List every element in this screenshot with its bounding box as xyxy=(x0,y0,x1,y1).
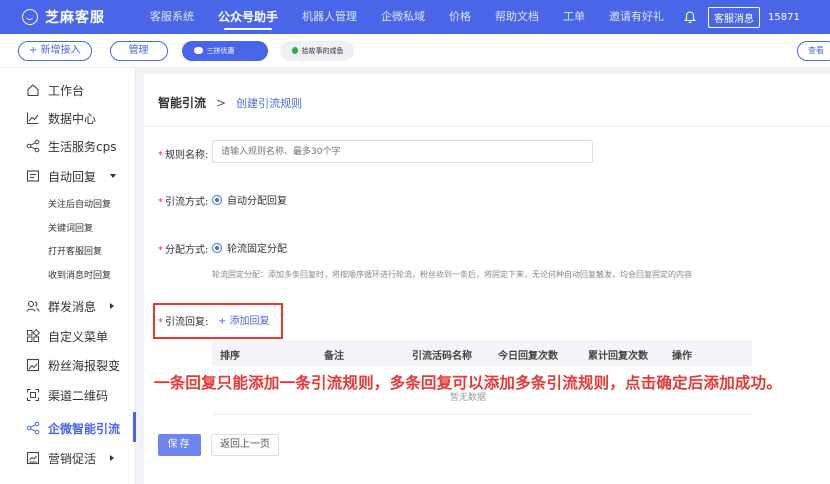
nav-kefu-system[interactable]: 客服系统 xyxy=(150,0,194,34)
sidebar-subitem-message-reply[interactable]: 收到消息时回复 xyxy=(48,269,111,283)
nav-wecom-private[interactable]: 企微私域 xyxy=(381,0,425,34)
breadcrumb-current: 创建引流规则 xyxy=(236,97,303,110)
table-header: 排序 备注 引流活码名称 今日回复次数 累计回复次数 操作 xyxy=(212,340,752,366)
account-bar: + 新增接入 管理 三拼优惠 拾故事的咸鱼 查看 xyxy=(0,34,830,68)
breadcrumb-parent[interactable]: 智能引流 xyxy=(158,96,206,110)
nav-tickets[interactable]: 工单 xyxy=(563,0,585,34)
sidebar-item-custom-menu[interactable]: 自定义菜单 xyxy=(26,326,108,346)
home-icon xyxy=(26,83,40,97)
annotation-text: 一条回复只能添加一条引流规则，多条回复可以添加多条引流规则，点击确定后添加成功。 xyxy=(154,374,783,392)
account-chip[interactable]: 拾故事的咸鱼 xyxy=(279,40,354,61)
column-header: 排序 xyxy=(220,351,240,362)
sidebar-subitem-open-kefu-reply[interactable]: 打开客服回复 xyxy=(48,245,102,259)
bell-icon[interactable] xyxy=(684,10,697,24)
sidebar-subitem-follow-reply[interactable]: 关注后自动回复 xyxy=(48,198,111,212)
main-content: 智能引流>创建引流规则 *规则名称: *引流方式: 自动分配回复 *分配方式: … xyxy=(144,74,830,484)
view-button[interactable]: 查看 xyxy=(797,41,830,61)
scan-icon xyxy=(26,388,40,402)
sidebar-item-dashboard[interactable]: 工作台 xyxy=(26,80,84,100)
radio-checked-icon xyxy=(212,194,222,205)
chevron-down-icon xyxy=(110,174,117,178)
method-label: * 引流方式: xyxy=(158,197,209,208)
back-button[interactable]: 返回上一页 xyxy=(211,434,279,456)
required-mark: * xyxy=(158,197,163,208)
nav-pricing[interactable]: 价格 xyxy=(449,0,471,34)
required-mark: * xyxy=(158,150,163,161)
sidebar-item-label: 企微智能引流 xyxy=(48,421,121,436)
chevron-right-icon xyxy=(110,303,115,309)
chart-box-icon xyxy=(26,451,40,465)
rule-name-label: * 规则名称: xyxy=(158,150,209,161)
sidebar-item-data-center[interactable]: 数据中心 xyxy=(26,108,96,128)
sidebar-item-wecom-traffic[interactable]: 企微智能引流 xyxy=(26,418,120,438)
smile-logo-icon xyxy=(22,9,38,25)
sidebar-item-label: 自定义菜单 xyxy=(48,329,109,344)
share-icon xyxy=(26,421,40,435)
sidebar-item-channel-qrcode[interactable]: 渠道二维码 xyxy=(26,385,108,405)
sidebar-item-label: 群发消息 xyxy=(48,299,97,314)
brand-logo[interactable]: 芝麻客服 xyxy=(22,7,142,27)
required-mark: * xyxy=(158,245,163,256)
reply-label: * 引流回复: xyxy=(158,317,209,328)
breadcrumb: 智能引流 > 创建引流规则 xyxy=(158,94,302,111)
users-icon xyxy=(26,299,40,313)
sidebar-item-marketing[interactable]: 营销促活 xyxy=(26,448,115,468)
radio-label: 轮流固定分配 xyxy=(227,244,287,255)
sidebar: 工作台 数据中心 生活服务cps 自动回复 关注后自动回复 关键词回复 打开客服… xyxy=(0,68,136,484)
account-name: 拾故事的咸鱼 xyxy=(301,46,344,55)
account-chip-active[interactable]: 三拼优惠 xyxy=(181,40,268,61)
sidebar-item-label: 生活服务cps xyxy=(48,139,117,154)
image-icon xyxy=(26,358,40,372)
account-name: 三拼优惠 xyxy=(206,46,235,55)
brand-title: 芝麻客服 xyxy=(45,10,105,26)
sidebar-item-mass-message[interactable]: 群发消息 xyxy=(26,296,115,316)
nav-invite[interactable]: 邀请有好礼 xyxy=(609,0,664,34)
sidebar-active-indicator xyxy=(133,412,136,442)
top-navbar: 芝麻客服 客服系统 公众号助手 机器人管理 企微私域 价格 帮助文档 工单 邀请… xyxy=(0,0,830,34)
radio-checked-icon xyxy=(212,242,222,253)
rule-name-input[interactable] xyxy=(212,140,593,163)
share-icon xyxy=(26,139,40,153)
nav-gzh-assistant[interactable]: 公众号助手 xyxy=(218,0,278,34)
add-access-button[interactable]: + 新增接入 xyxy=(18,40,92,61)
message-box-icon xyxy=(26,169,40,183)
radio-label: 自动分配回复 xyxy=(227,196,287,207)
divider xyxy=(144,126,830,127)
sidebar-subitem-keyword-reply[interactable]: 关键词回复 xyxy=(48,222,93,236)
save-button[interactable]: 保存 xyxy=(158,434,201,456)
required-mark: * xyxy=(158,317,163,328)
column-header: 今日回复次数 xyxy=(498,351,558,362)
column-header: 操作 xyxy=(672,351,692,362)
nav-robot-management[interactable]: 机器人管理 xyxy=(302,0,357,34)
add-reply-button[interactable]: + 添加回复 xyxy=(218,312,270,327)
column-header: 累计回复次数 xyxy=(588,351,648,362)
sidebar-item-label: 自动回复 xyxy=(48,169,97,184)
kefu-message-button[interactable]: 客服消息 xyxy=(708,6,761,28)
column-header: 备注 xyxy=(324,351,344,362)
grid-icon xyxy=(26,329,40,343)
wechat-icon xyxy=(193,47,203,54)
distribution-radio-round-robin[interactable]: 轮流固定分配 xyxy=(212,240,287,255)
manage-button[interactable]: 管理 xyxy=(109,40,168,61)
table-bottom-border xyxy=(212,414,752,415)
sidebar-item-label: 数据中心 xyxy=(48,111,97,126)
main-nav: 客服系统 公众号助手 机器人管理 企微私域 价格 帮助文档 工单 邀请有好礼 xyxy=(150,0,688,34)
breadcrumb-separator: > xyxy=(216,96,227,110)
nav-help-docs[interactable]: 帮助文档 xyxy=(495,0,539,34)
user-phone[interactable]: 15871 xyxy=(768,12,800,23)
method-radio-auto[interactable]: 自动分配回复 xyxy=(212,192,287,207)
line-chart-icon xyxy=(26,111,40,125)
column-header: 引流活码名称 xyxy=(412,351,472,362)
sidebar-item-auto-reply[interactable]: 自动回复 xyxy=(26,166,117,186)
sidebar-item-fan-poster[interactable]: 粉丝海报裂变 xyxy=(26,355,120,375)
sidebar-item-label: 渠道二维码 xyxy=(48,388,109,403)
sidebar-item-cps[interactable]: 生活服务cps xyxy=(26,136,116,156)
wechat-icon xyxy=(291,47,298,54)
sidebar-item-label: 工作台 xyxy=(48,83,85,98)
sidebar-item-label: 粉丝海报裂变 xyxy=(48,358,121,373)
chevron-right-icon xyxy=(110,455,115,461)
distribution-label: * 分配方式: xyxy=(158,245,209,256)
distribution-hint: 轮流固定分配：添加多条回复时，将按顺序循环进行轮流，粉丝收到一条后，将固定下来，… xyxy=(212,270,692,279)
sidebar-item-label: 营销促活 xyxy=(48,451,97,466)
